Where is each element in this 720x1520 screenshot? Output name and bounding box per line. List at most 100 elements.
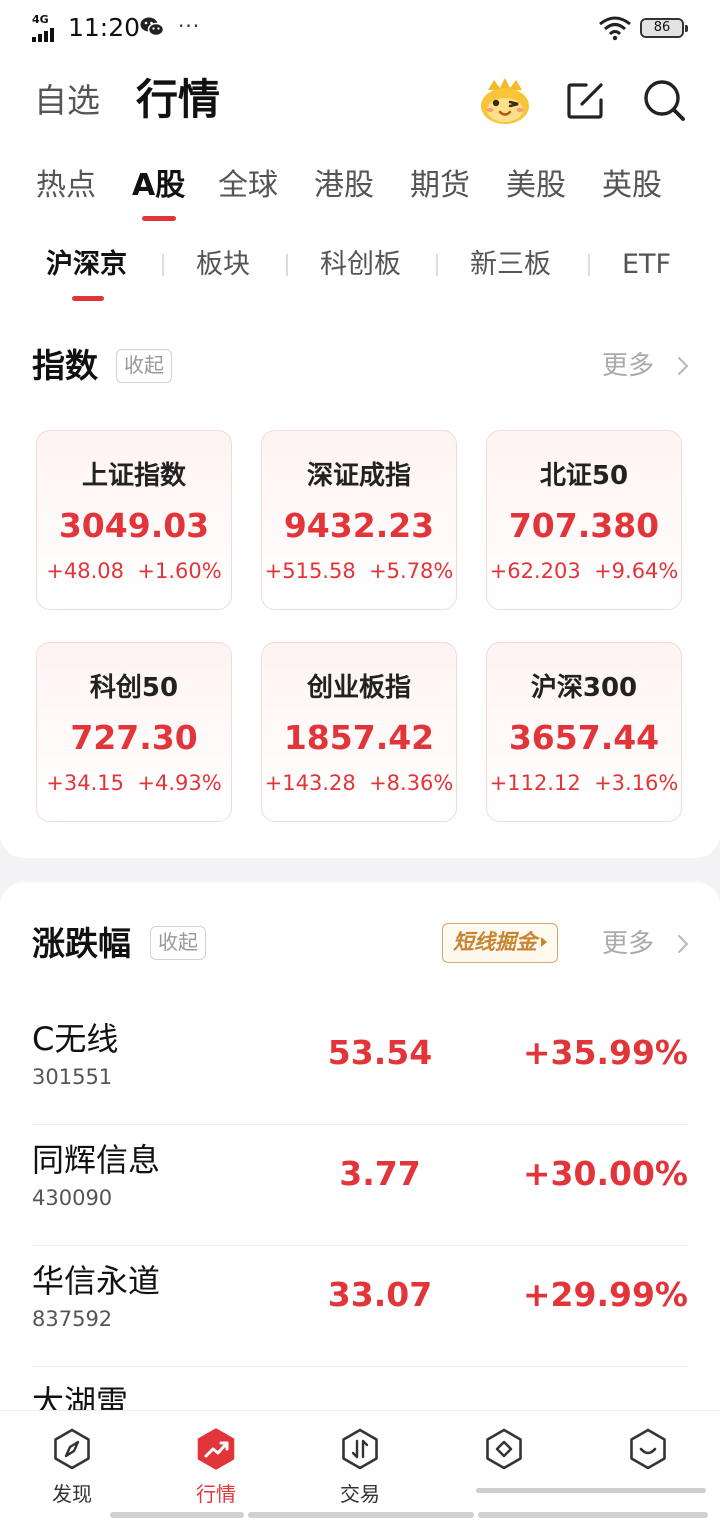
index-name: 科创50 <box>89 673 179 703</box>
nav-discover[interactable]: 发现 <box>0 1411 144 1515</box>
index-name: 北证50 <box>539 461 629 491</box>
stock-row[interactable]: 大湖雷 <box>32 1367 688 1410</box>
index-change: +112.12 +3.16% <box>489 771 679 795</box>
index-value: 727.30 <box>70 718 198 757</box>
stock-row[interactable]: 同辉信息 430090 3.77 +30.00% <box>32 1125 688 1246</box>
stock-change-pct: +30.00% <box>522 1154 688 1193</box>
chevron-right-icon[interactable] <box>676 933 690 955</box>
search-icon[interactable] <box>642 78 686 122</box>
gesture-bar <box>476 1488 706 1493</box>
subtab-etf[interactable]: ETF <box>622 242 671 290</box>
index-section: 指数 收起 更多 上证指数 3049.03 +48.08 +1.60% 深证成指… <box>0 306 720 858</box>
stock-code: 430090 <box>32 1186 113 1210</box>
index-card-chinext[interactable]: 创业板指 1857.42 +143.28 +8.36% <box>261 642 457 822</box>
stock-price: 33.07 <box>327 1275 433 1314</box>
index-change: +515.58 +5.78% <box>264 559 454 583</box>
short-term-picks-button[interactable]: 短线掘金 <box>442 923 558 963</box>
tab-uk-stocks[interactable]: 英股 <box>602 164 662 212</box>
gesture-bar <box>478 1512 708 1518</box>
tab-a-shares[interactable]: A股 <box>132 164 185 212</box>
index-card-sse[interactable]: 上证指数 3049.03 +48.08 +1.60% <box>36 430 232 610</box>
tab-hot[interactable]: 热点 <box>36 164 96 212</box>
status-bar: 4G 11:20 ··· 86 <box>0 0 720 56</box>
divider <box>436 254 438 276</box>
play-triangle-icon <box>541 937 547 947</box>
movers-section: 涨跌幅 收起 短线掘金 更多 C无线 301551 53.54 +35.99% … <box>0 882 720 1410</box>
stock-name: C无线 <box>32 1020 119 1058</box>
subtab-star-market[interactable]: 科创板 <box>320 242 401 290</box>
network-type: 4G <box>32 13 49 26</box>
stock-name: 华信永道 <box>32 1262 161 1300</box>
index-card-csi300[interactable]: 沪深300 3657.44 +112.12 +3.16% <box>486 642 682 822</box>
nav-item-4[interactable] <box>432 1411 576 1515</box>
stock-price: 53.54 <box>327 1033 433 1072</box>
index-value: 3049.03 <box>58 506 210 545</box>
stock-row[interactable]: 华信永道 837592 33.07 +29.99% <box>32 1246 688 1367</box>
index-card-bse50[interactable]: 北证50 707.380 +62.203 +9.64% <box>486 430 682 610</box>
header: 自选 行情 热点 A股 全球 港股 期货 美股 英股 沪深京 板块 科创板 新三… <box>0 56 720 306</box>
nav-item-5[interactable] <box>576 1411 720 1515</box>
index-name: 深证成指 <box>306 461 411 491</box>
subtab-neeq[interactable]: 新三板 <box>470 242 551 290</box>
stock-change-pct: +29.99% <box>522 1275 688 1314</box>
index-card-star50[interactable]: 科创50 727.30 +34.15 +4.93% <box>36 642 232 822</box>
chevron-right-icon[interactable] <box>676 355 690 377</box>
subtab-shanghai-shenzhen-beijing[interactable]: 沪深京 <box>46 242 127 290</box>
index-card-szse[interactable]: 深证成指 9432.23 +515.58 +5.78% <box>261 430 457 610</box>
stock-price: 3.77 <box>339 1154 421 1193</box>
nav-label: 交易 <box>340 1482 380 1506</box>
index-change: +34.15 +4.93% <box>46 771 222 795</box>
divider <box>286 254 288 276</box>
stock-change-pct: +35.99% <box>522 1033 688 1072</box>
collapse-button[interactable]: 收起 <box>116 349 172 383</box>
compass-icon <box>54 1428 90 1470</box>
stock-code: 301551 <box>32 1065 113 1089</box>
index-change: +143.28 +8.36% <box>264 771 454 795</box>
tab-watchlist[interactable]: 自选 <box>34 80 100 122</box>
wechat-icon <box>140 17 164 37</box>
stock-row[interactable]: C无线 301551 53.54 +35.99% <box>32 1004 688 1125</box>
index-value: 3657.44 <box>508 718 660 757</box>
tab-hk-stocks[interactable]: 港股 <box>314 164 374 212</box>
tab-us-stocks[interactable]: 美股 <box>506 164 566 212</box>
section-title-index: 指数 <box>32 346 98 385</box>
nav-market[interactable]: 行情 <box>144 1411 288 1515</box>
status-more-icon: ··· <box>178 14 201 38</box>
index-value: 9432.23 <box>283 506 435 545</box>
battery-level: 86 <box>642 20 682 36</box>
subtab-sectors[interactable]: 板块 <box>196 242 250 290</box>
gesture-bar <box>110 1512 244 1518</box>
battery-icon: 86 <box>640 18 688 38</box>
stock-name: 同辉信息 <box>32 1141 161 1179</box>
smile-icon <box>630 1428 666 1470</box>
wifi-icon <box>599 16 631 41</box>
active-tab-indicator <box>142 216 176 221</box>
stock-code: 837592 <box>32 1307 113 1331</box>
index-name: 沪深300 <box>530 673 638 703</box>
tab-global[interactable]: 全球 <box>218 164 278 212</box>
diamond-icon <box>486 1428 522 1470</box>
sub-tabs: 沪深京 板块 科创板 新三板 ETF <box>0 242 720 302</box>
section-title-movers: 涨跌幅 <box>32 924 131 963</box>
index-name: 上证指数 <box>81 461 186 491</box>
nav-label: 行情 <box>196 1482 236 1506</box>
stock-name: 大湖雷 <box>32 1383 129 1410</box>
cellular-signal-icon: 4G <box>32 14 62 42</box>
index-change: +62.203 +9.64% <box>489 559 679 583</box>
status-time: 11:20 <box>68 13 141 42</box>
index-value: 707.380 <box>508 506 660 545</box>
index-change: +48.08 +1.60% <box>46 559 222 583</box>
tab-market[interactable]: 行情 <box>136 74 220 126</box>
divider <box>588 254 590 276</box>
divider <box>162 254 164 276</box>
more-link[interactable]: 更多 <box>602 926 654 962</box>
trade-icon <box>342 1428 378 1470</box>
collapse-button[interactable]: 收起 <box>150 926 206 960</box>
tab-futures[interactable]: 期货 <box>410 164 470 212</box>
index-name: 创业板指 <box>306 673 411 703</box>
nav-trade[interactable]: 交易 <box>288 1411 432 1515</box>
edit-icon[interactable] <box>564 80 606 122</box>
more-link[interactable]: 更多 <box>602 348 654 384</box>
mascot-icon[interactable] <box>478 76 532 126</box>
bottom-nav: 发现 行情 交易 <box>0 1410 720 1520</box>
